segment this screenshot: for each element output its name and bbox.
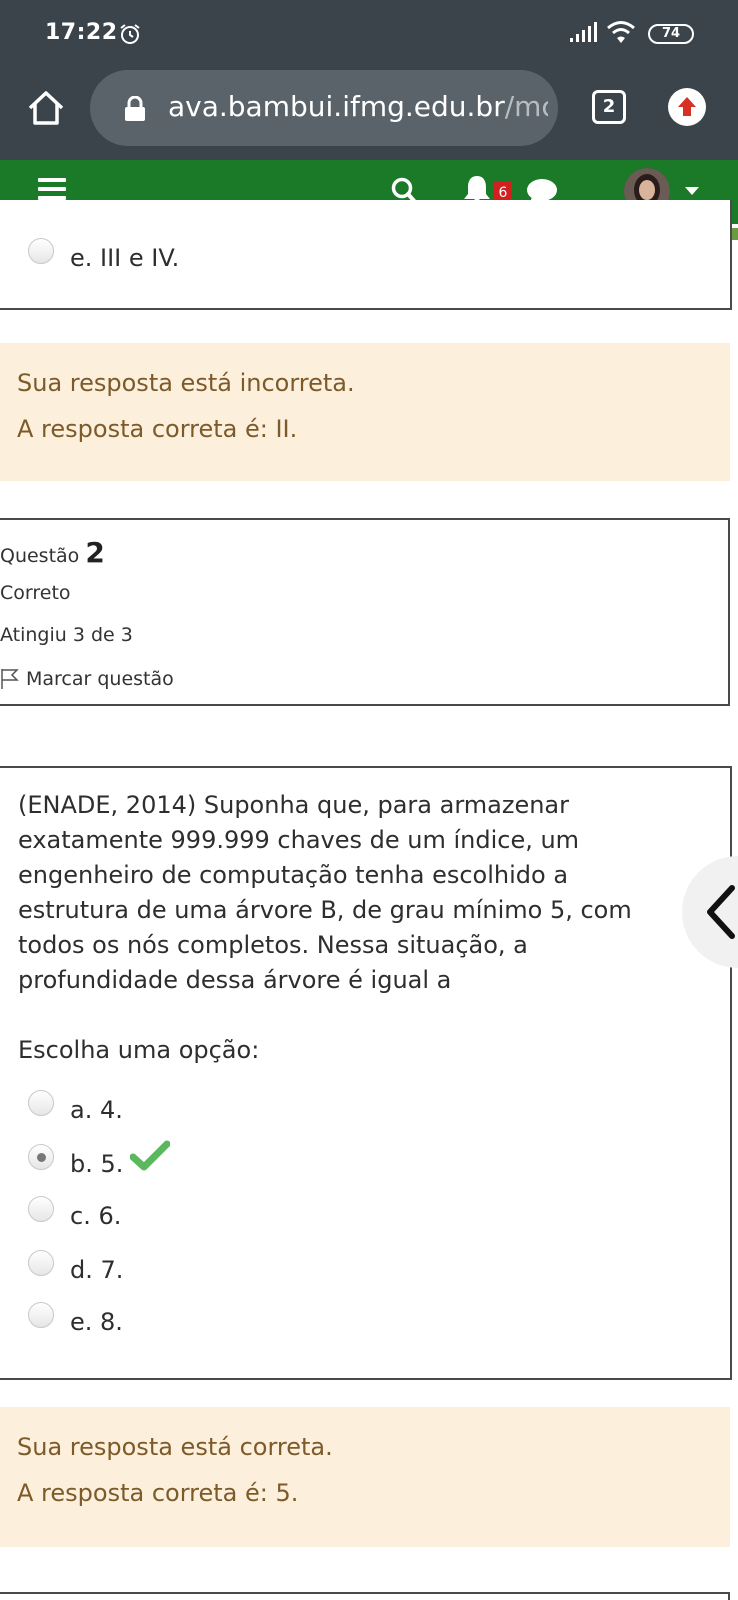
option-b-label[interactable]: b. 5. (70, 1150, 123, 1178)
question1-feedback: Sua resposta está incorreta. A resposta … (0, 343, 730, 481)
status-time: 17:22 (45, 20, 118, 45)
browser-toolbar: ava.bambui.ifmg.edu.br/mc 2 (0, 64, 738, 160)
question1-feedback-answer: A resposta correta é: II. (17, 415, 298, 443)
battery-level: 74 (661, 26, 681, 41)
status-bar: 17:22 74 (0, 0, 738, 64)
lock-icon (125, 96, 145, 121)
question1-card: e. III e IV. (0, 200, 732, 310)
question2-feedback: Sua resposta está correta. A resposta co… (0, 1407, 730, 1547)
signal-icon (570, 22, 597, 42)
question2-state: Correto (0, 582, 71, 604)
option-e-radio[interactable] (28, 1302, 54, 1328)
url-text: ava.bambui.ifmg.edu.br/mc (168, 90, 548, 123)
option-d-radio[interactable] (28, 1250, 54, 1276)
option-e-label[interactable]: e. 8. (70, 1308, 123, 1336)
tabs-icon[interactable]: 2 (592, 90, 626, 124)
option-b-radio[interactable] (28, 1144, 54, 1170)
alarm-icon (120, 24, 140, 44)
question2-number: Questão 2 (0, 536, 105, 569)
question1-option-e-radio[interactable] (28, 238, 54, 264)
correct-check-icon (130, 1140, 170, 1171)
option-a-radio[interactable] (28, 1090, 54, 1116)
question-number: 2 (85, 536, 105, 569)
question-label: Questão (0, 545, 80, 567)
option-c-radio[interactable] (28, 1196, 54, 1222)
question2-card: (ENADE, 2014) Suponha que, para armazena… (0, 766, 732, 1380)
address-bar[interactable]: ava.bambui.ifmg.edu.br/mc (90, 70, 558, 146)
home-icon[interactable] (26, 88, 66, 128)
battery-icon: 74 (648, 24, 694, 44)
tab-count: 2 (602, 96, 616, 117)
next-card-top-border (0, 1592, 730, 1600)
question2-feedback-status: Sua resposta está correta. (17, 1433, 333, 1461)
question1-option-e-label: e. III e IV. (70, 244, 180, 272)
option-d-label[interactable]: d. 7. (70, 1256, 123, 1284)
caret-down-icon[interactable] (684, 186, 700, 196)
question2-text: (ENADE, 2014) Suponha que, para armazena… (18, 791, 632, 994)
question1-feedback-status: Sua resposta está incorreta. (17, 369, 355, 397)
url-host: ava.bambui.ifmg.edu.br (168, 90, 505, 123)
option-c-label[interactable]: c. 6. (70, 1202, 121, 1230)
flag-label: Marcar questão (26, 668, 174, 690)
question2-prompt: Escolha uma opção: (18, 1036, 260, 1064)
question2-grade: Atingiu 3 de 3 (0, 624, 133, 646)
flag-icon (1, 669, 19, 689)
update-icon[interactable] (668, 88, 706, 126)
question2-feedback-answer: A resposta correta é: 5. (17, 1479, 299, 1507)
wifi-icon (607, 21, 635, 43)
chevron-left-icon (707, 885, 735, 939)
update-arrow-icon (678, 97, 696, 116)
option-a-label[interactable]: a. 4. (70, 1096, 123, 1124)
url-path: /mc (504, 90, 548, 123)
question2-info: Questão 2 Correto Atingiu 3 de 3 Marcar … (0, 518, 730, 706)
